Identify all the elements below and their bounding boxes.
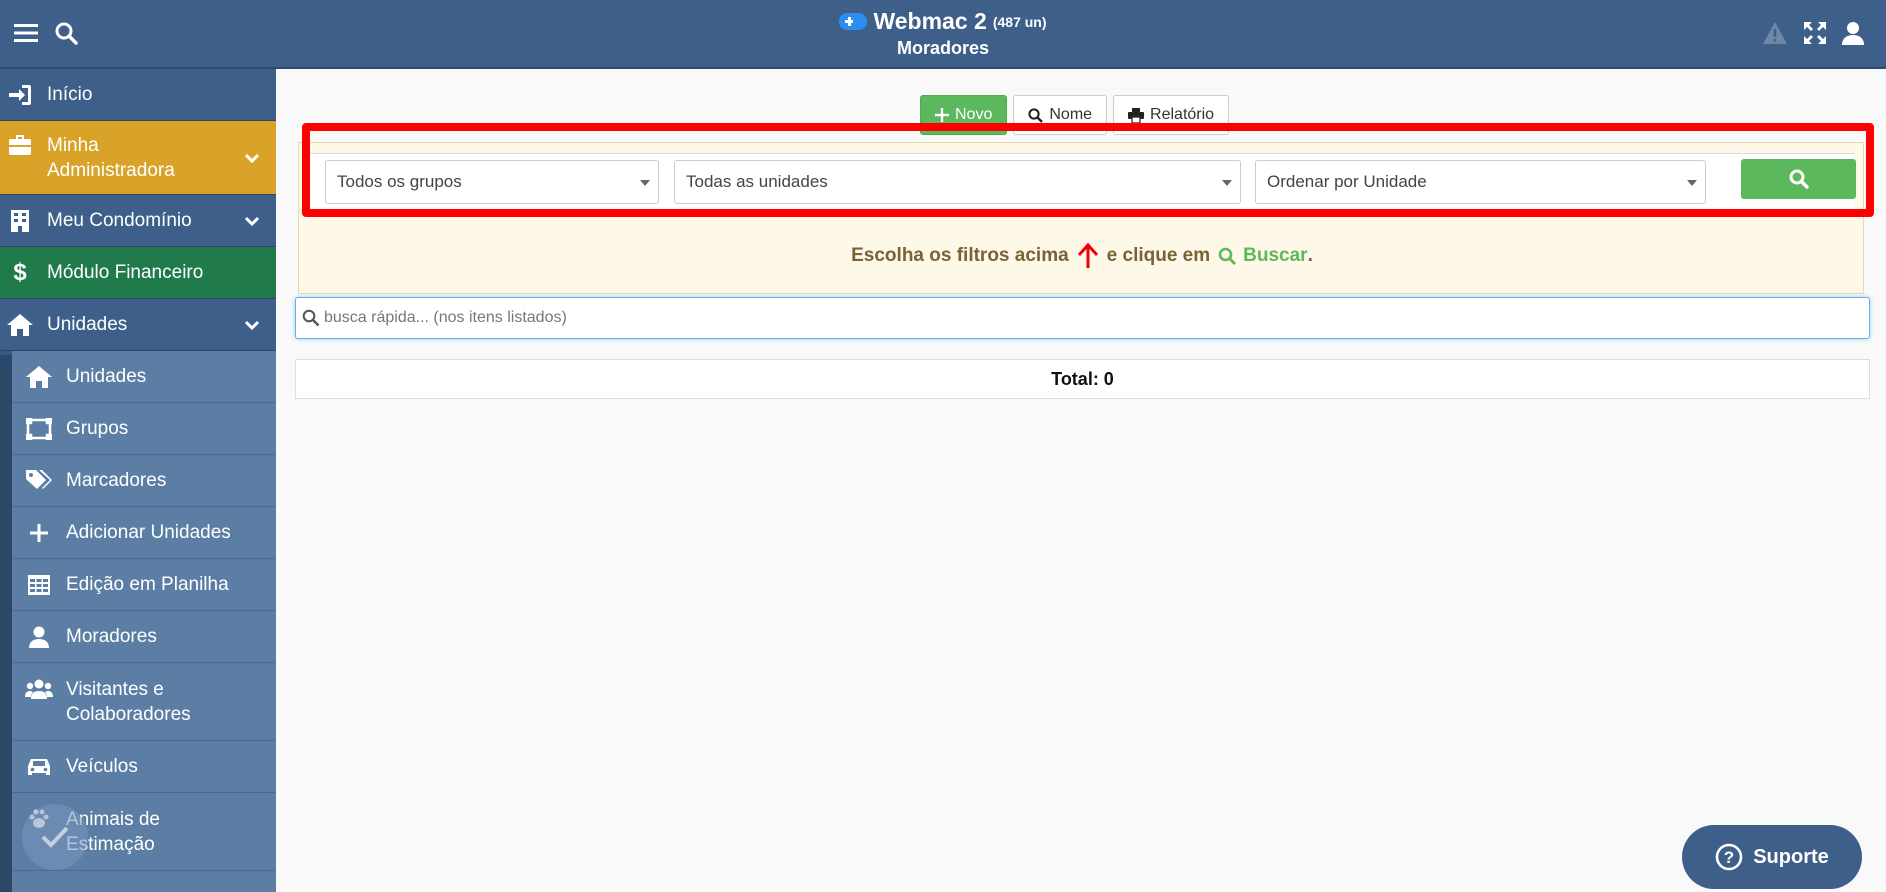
quick-search-input[interactable] (324, 298, 1854, 338)
car-icon (12, 757, 66, 777)
relatorio-label: Relatório (1150, 106, 1215, 123)
chevron-down-icon (244, 216, 260, 226)
toolbar: Novo Nome Relatório (920, 95, 1230, 135)
sidebar-subitem-label: Grupos (66, 418, 129, 439)
caret-down-icon (640, 180, 650, 186)
ordenar-select-value: Ordenar por Unidade (1267, 172, 1427, 191)
sidebar-subitem-adicionar-unidades[interactable]: Adicionar Unidades (12, 507, 276, 559)
home-icon (12, 365, 66, 388)
sidebar-subitem-visitantes[interactable]: Visitantes e Colaboradores (12, 663, 276, 741)
floating-check-icon[interactable] (22, 804, 88, 870)
search-icon (302, 309, 320, 327)
page-title: Moradores (896, 38, 990, 58)
ordenar-select[interactable]: Ordenar por Unidade (1255, 160, 1706, 204)
grupos-select-value: Todos os grupos (337, 172, 462, 191)
plus-icon (12, 523, 66, 543)
sidebar-subitem-label: Adicionar Unidades (66, 522, 231, 543)
sidebar-subitem-label: Marcadores (66, 470, 167, 491)
caret-down-icon (1687, 180, 1697, 186)
nome-label: Nome (1049, 106, 1093, 123)
suporte-button[interactable]: ? Suporte (1682, 825, 1862, 889)
dollar-icon: $ (13, 258, 27, 286)
object-group-icon (12, 417, 66, 440)
sidebar-item-unidades[interactable]: Unidades (0, 299, 276, 351)
novo-label: Novo (955, 106, 993, 123)
tags-icon (12, 469, 66, 492)
sidebar-item-label: Meu Condomínio (47, 209, 192, 231)
chevron-down-icon (244, 153, 260, 163)
unit-count: (487 un) (992, 13, 1047, 30)
print-icon (1128, 107, 1145, 123)
sidebar-item-label: Minha Administradora (47, 134, 175, 181)
briefcase-icon (0, 135, 40, 155)
gamepad-icon (839, 13, 868, 30)
sidebar-subitem-grupos[interactable]: Grupos (12, 403, 276, 455)
user-icon[interactable] (1839, 19, 1867, 47)
sidebar-subitem-moradores[interactable]: Moradores (12, 611, 276, 663)
sidebar-subitem-label: Veículos (66, 756, 138, 777)
sidebar-subitem-label: Visitantes e Colaboradores (66, 678, 191, 725)
sidebar-item-label: Módulo Financeiro (47, 261, 204, 283)
warning-icon[interactable] (1761, 19, 1789, 47)
sidebar-item-modulo-financeiro[interactable]: $ Módulo Financeiro (0, 247, 276, 299)
sidebar-subitem-more[interactable] (12, 871, 276, 892)
sidebar-subitem-label: Unidades (66, 366, 147, 387)
building-icon (0, 209, 40, 232)
svg-text:?: ? (1724, 848, 1734, 867)
hint-dot: . (1307, 245, 1313, 266)
sidebar-item-minha-administradora[interactable]: Minha Administradora (0, 121, 276, 195)
sidebar-subitem-marcadores[interactable]: Marcadores (12, 455, 276, 507)
novo-button[interactable]: Novo (920, 95, 1008, 135)
filter-hint: Escolha os filtros acima e clique em Bus… (299, 243, 1865, 269)
user-icon (12, 626, 66, 648)
sign-in-icon (0, 84, 40, 105)
sidebar-subitem-edicao-planilha[interactable]: Edição em Planilha (12, 559, 276, 611)
sidebar-subitem-unidades[interactable]: Unidades (12, 351, 276, 403)
unidades-select-value: Todas as unidades (686, 172, 828, 191)
filter-panel: Todos os grupos Todas as unidades Ordena… (309, 153, 1856, 213)
main-content: Novo Nome Relatório Todos os grupos Toda… (276, 69, 1886, 892)
total-count: Total: 0 (295, 359, 1870, 399)
sidebar-subitem-label: Moradores (66, 626, 157, 647)
sidebar: Início Minha Administradora Meu Condomín… (0, 69, 276, 892)
suporte-label: Suporte (1753, 845, 1829, 868)
expand-icon[interactable] (1801, 19, 1829, 47)
users-icon (12, 679, 66, 699)
grupos-select[interactable]: Todos os grupos (325, 160, 659, 204)
buscar-button[interactable] (1741, 159, 1856, 199)
plus-icon (935, 108, 949, 122)
relatorio-button[interactable]: Relatório (1113, 95, 1230, 135)
home-icon (0, 313, 40, 336)
sidebar-item-inicio[interactable]: Início (0, 69, 276, 121)
search-icon (1789, 169, 1809, 189)
sidebar-subitem-label: Edição em Planilha (66, 574, 229, 595)
sidebar-item-label: Unidades (47, 313, 128, 335)
brand: Webmac 2 (487 un) Moradores (0, 8, 1886, 59)
submenu-stripe (0, 355, 12, 892)
nome-button[interactable]: Nome (1013, 95, 1108, 135)
quick-search[interactable] (295, 297, 1870, 339)
sidebar-item-meu-condominio[interactable]: Meu Condomínio (0, 195, 276, 247)
search-icon (1028, 107, 1044, 123)
top-header: Webmac 2 (487 un) Moradores (0, 0, 1886, 69)
filter-box: Todos os grupos Todas as unidades Ordena… (298, 142, 1864, 294)
hint-buscar-label: Buscar (1243, 245, 1308, 266)
question-circle-icon: ? (1715, 843, 1743, 871)
table-icon (12, 574, 66, 595)
sidebar-item-label: Início (47, 83, 93, 105)
search-icon (1218, 247, 1237, 265)
arrow-up-icon (1077, 243, 1098, 268)
sidebar-subitem-veiculos[interactable]: Veículos (12, 741, 276, 793)
hint-text-1: Escolha os filtros acima (851, 245, 1069, 266)
hint-text-2: e clique em (1106, 245, 1211, 266)
app-name: Webmac 2 (873, 8, 987, 34)
hint-buscar: Buscar (1218, 245, 1308, 267)
unidades-select[interactable]: Todas as unidades (674, 160, 1241, 204)
chevron-down-icon (244, 320, 260, 330)
caret-down-icon (1222, 180, 1232, 186)
